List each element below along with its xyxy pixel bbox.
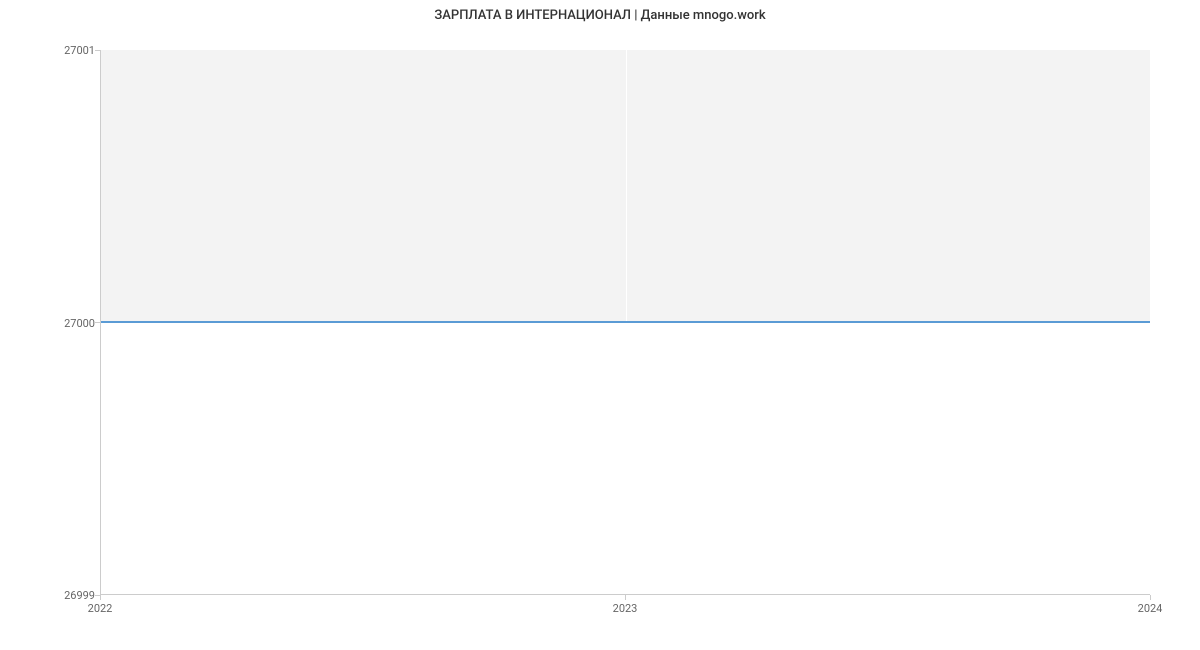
y-tick-mark [95, 322, 100, 323]
x-tick-mark [625, 595, 626, 600]
y-tick-label: 27001 [64, 44, 95, 57]
x-tick-label: 2023 [613, 602, 638, 615]
y-tick-label: 27000 [64, 317, 95, 330]
y-tick-mark [95, 50, 100, 51]
x-tick-mark [1150, 595, 1151, 600]
x-tick-mark [100, 595, 101, 600]
data-line [101, 321, 1150, 323]
plot-area [100, 50, 1150, 595]
chart-title: ЗАРПЛАТА В ИНТЕРНАЦИОНАЛ | Данные mnogo.… [434, 8, 765, 23]
x-tick-label: 2022 [88, 602, 113, 615]
x-tick-label: 2024 [1138, 602, 1163, 615]
y-tick-label: 26999 [64, 589, 95, 602]
